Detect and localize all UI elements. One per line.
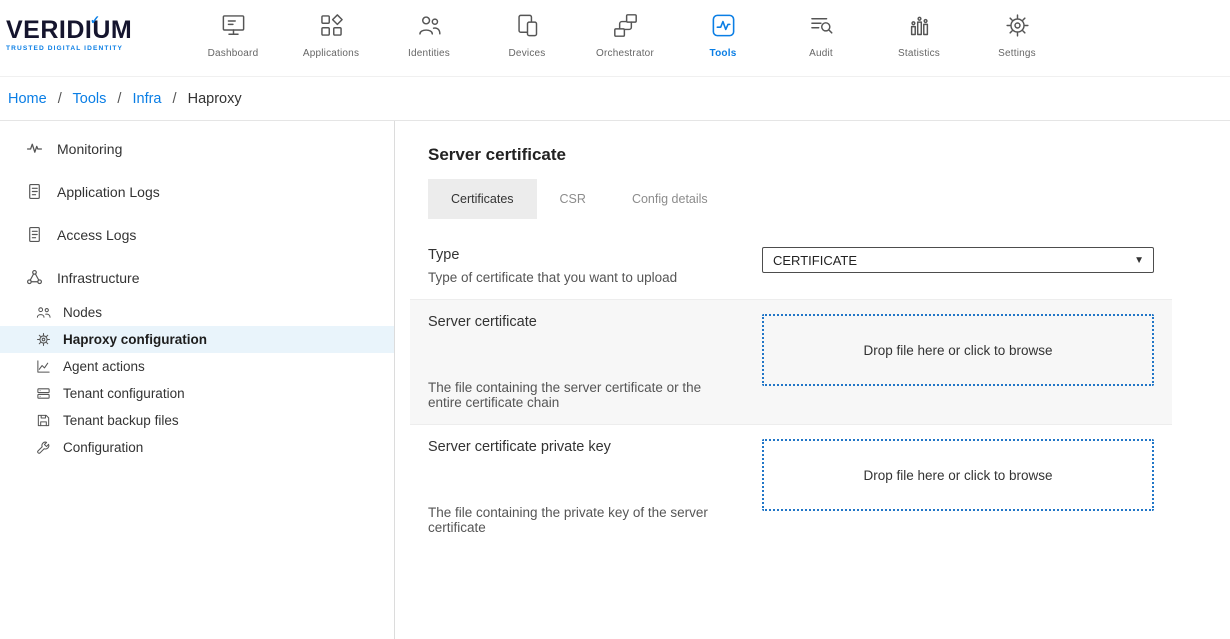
devices-icon (514, 10, 541, 39)
sidebar-subitem-label: Agent actions (63, 359, 145, 374)
tab-csr[interactable]: CSR (537, 179, 609, 219)
nodes-icon (36, 305, 51, 320)
breadcrumb-separator: / (117, 91, 121, 107)
certificate-form: Type Type of certificate that you want t… (410, 233, 1172, 549)
logo-check-icon: ✓ (90, 13, 100, 27)
sidebar-item-label: Monitoring (57, 141, 122, 157)
nav-item-dashboard[interactable]: Dashboard (184, 10, 282, 59)
nav-label: Applications (303, 48, 359, 59)
wrench-icon (36, 440, 51, 455)
field-row-type: Type Type of certificate that you want t… (410, 233, 1172, 299)
nav-item-orchestrator[interactable]: Orchestrator (576, 10, 674, 59)
page: VERIDIUM ✓ TRUSTED DIGITAL IDENTITY Dash… (0, 0, 1230, 639)
monitoring-icon (26, 140, 43, 157)
nav-item-applications[interactable]: Applications (282, 10, 380, 59)
sidebar-subitem-label: Haproxy configuration (63, 332, 207, 347)
nav-item-devices[interactable]: Devices (478, 10, 576, 59)
nav-item-audit[interactable]: Audit (772, 10, 870, 59)
type-label: Type (428, 247, 738, 263)
gear-icon (1004, 10, 1031, 39)
sidebar-item-monitoring[interactable]: Monitoring (0, 127, 394, 170)
sidebar-subitem-nodes[interactable]: Nodes (0, 299, 394, 326)
server-certificate-help-text: The file containing the server certifica… (428, 380, 738, 410)
top-nav: Dashboard Applications Identities (184, 10, 1066, 59)
nav-label: Orchestrator (596, 48, 654, 59)
sidebar-subitem-tenant-configuration[interactable]: Tenant configuration (0, 380, 394, 407)
type-select-value: CERTIFICATE (773, 253, 857, 268)
identities-icon (416, 10, 443, 39)
field-row-server-certificate-private-key: Server certificate private key The file … (410, 425, 1172, 549)
document-icon (26, 183, 43, 200)
save-icon (36, 413, 51, 428)
server-certificate-label: Server certificate (428, 314, 738, 330)
content: Monitoring Application Logs Access Logs (0, 121, 1230, 639)
sidebar-item-infrastructure[interactable]: Infrastructure (0, 256, 394, 299)
gear-icon (36, 332, 51, 347)
line-chart-icon (36, 359, 51, 374)
sidebar-subitem-label: Tenant configuration (63, 386, 185, 401)
sidebar: Monitoring Application Logs Access Logs (0, 121, 395, 639)
tools-icon (710, 10, 737, 39)
nav-item-settings[interactable]: Settings (968, 10, 1066, 59)
private-key-dropzone[interactable]: Drop file here or click to browse (762, 439, 1154, 511)
breadcrumb-infra[interactable]: Infra (132, 91, 161, 107)
header: VERIDIUM ✓ TRUSTED DIGITAL IDENTITY Dash… (0, 0, 1230, 77)
nav-label: Settings (998, 48, 1036, 59)
dropzone-text: Drop file here or click to browse (863, 468, 1052, 483)
sidebar-subitem-label: Nodes (63, 305, 102, 320)
nav-label: Dashboard (208, 48, 259, 59)
tab-certificates[interactable]: Certificates (428, 179, 537, 219)
tab-config-details[interactable]: Config details (609, 179, 731, 219)
type-select[interactable]: CERTIFICATE ▼ (762, 247, 1154, 273)
field-row-server-certificate: Server certificate The file containing t… (410, 299, 1172, 425)
orchestrator-icon (612, 10, 639, 39)
tabs: Certificates CSR Config details (428, 179, 1172, 219)
brand-name: VERIDIUM (6, 18, 156, 43)
veridium-logo[interactable]: VERIDIUM ✓ TRUSTED DIGITAL IDENTITY (6, 18, 156, 52)
page-title: Server certificate (428, 145, 1172, 165)
sidebar-subitem-configuration[interactable]: Configuration (0, 434, 394, 461)
private-key-help-text: The file containing the private key of t… (428, 505, 738, 535)
chevron-down-icon: ▼ (1134, 255, 1144, 266)
server-certificate-dropzone[interactable]: Drop file here or click to browse (762, 314, 1154, 386)
dropzone-text: Drop file here or click to browse (863, 343, 1052, 358)
breadcrumb-current: Haproxy (188, 91, 242, 107)
breadcrumb: Home / Tools / Infra / Haproxy (0, 77, 1230, 121)
applications-icon (318, 10, 345, 39)
nav-label: Audit (809, 48, 833, 59)
sidebar-subitem-agent-actions[interactable]: Agent actions (0, 353, 394, 380)
nav-item-identities[interactable]: Identities (380, 10, 478, 59)
statistics-icon (906, 10, 933, 39)
breadcrumb-home[interactable]: Home (8, 91, 47, 107)
nav-item-tools[interactable]: Tools (674, 10, 772, 59)
network-icon (26, 269, 43, 286)
audit-icon (808, 10, 835, 39)
sidebar-item-label: Access Logs (57, 227, 136, 243)
type-help-text: Type of certificate that you want to upl… (428, 270, 738, 285)
sidebar-item-label: Application Logs (57, 184, 160, 200)
sidebar-subitem-label: Configuration (63, 440, 143, 455)
nav-label: Tools (710, 48, 737, 59)
dashboard-icon (220, 10, 247, 39)
sidebar-subitem-tenant-backup-files[interactable]: Tenant backup files (0, 407, 394, 434)
nav-label: Identities (408, 48, 450, 59)
nav-label: Devices (509, 48, 546, 59)
server-icon (36, 386, 51, 401)
breadcrumb-separator: / (58, 91, 62, 107)
document-icon (26, 226, 43, 243)
breadcrumb-tools[interactable]: Tools (73, 91, 107, 107)
private-key-label: Server certificate private key (428, 439, 738, 455)
brand-tagline: TRUSTED DIGITAL IDENTITY (6, 45, 156, 52)
main-content: Server certificate Certificates CSR Conf… (395, 121, 1230, 639)
nav-item-statistics[interactable]: Statistics (870, 10, 968, 59)
nav-label: Statistics (898, 48, 940, 59)
sidebar-item-application-logs[interactable]: Application Logs (0, 170, 394, 213)
breadcrumb-separator: / (173, 91, 177, 107)
sidebar-subitem-haproxy-configuration[interactable]: Haproxy configuration (0, 326, 394, 353)
sidebar-item-access-logs[interactable]: Access Logs (0, 213, 394, 256)
sidebar-item-label: Infrastructure (57, 270, 139, 286)
sidebar-subitem-label: Tenant backup files (63, 413, 179, 428)
